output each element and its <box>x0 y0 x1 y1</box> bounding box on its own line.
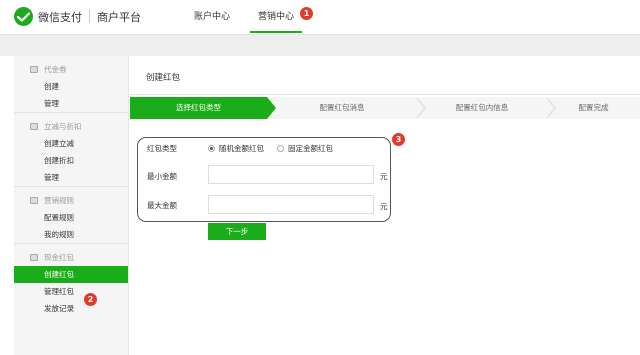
radio-label: 随机金额红包 <box>219 144 264 153</box>
sidebar-item-send-records[interactable]: 发放记录 <box>14 300 128 317</box>
nav-label: 账户中心 <box>194 12 231 22</box>
sidebar: 代金券 创建 管理 立减与折扣 创建立减 创建折扣 管理 营销规则 配置规则 我… <box>14 56 129 355</box>
step-select-type: 选择红包类型 <box>130 97 276 119</box>
top-header: 微信支付 商户平台 账户中心 营销中心 1 <box>0 0 640 34</box>
sidebar-group-red-packets: 现金红包 创建红包 管理红包 发放记录 <box>14 244 128 317</box>
sidebar-group-title: 立减与折扣 <box>14 118 128 135</box>
type-label: 红包类型 <box>147 144 177 153</box>
rules-icon <box>30 197 38 204</box>
radio-random-amount[interactable]: 随机金额红包 <box>208 143 264 154</box>
annotation-badge-2: 2 <box>84 293 97 306</box>
step-configure-content: 配置红包内信息 <box>455 103 509 112</box>
sidebar-item-manage-discount[interactable]: 管理 <box>14 169 128 186</box>
brand-divider <box>89 10 90 23</box>
sidebar-item-create-reduction[interactable]: 创建立减 <box>14 135 128 152</box>
max-amount-unit: 元 <box>380 202 388 211</box>
step-configure-message: 配置红包消息 <box>319 103 365 112</box>
max-amount-input[interactable] <box>208 195 374 214</box>
nav-account-center[interactable]: 账户中心 <box>180 0 244 34</box>
sidebar-group-rules: 营销规则 配置规则 我的规则 <box>14 187 128 244</box>
sidebar-group-title: 代金券 <box>14 61 128 78</box>
page-title: 创建红包 <box>146 73 181 83</box>
type-radio-group: 随机金额红包 固定金额红包 <box>208 143 346 154</box>
sidebar-item-my-rules[interactable]: 我的规则 <box>14 226 128 243</box>
step-separator <box>546 97 556 119</box>
radio-unchecked-icon[interactable] <box>277 145 284 152</box>
discount-icon <box>30 123 38 130</box>
sidebar-item-create-red-packet[interactable]: 创建红包 <box>14 266 128 283</box>
min-amount-label: 最小金额 <box>147 172 177 181</box>
sidebar-item-create-discount[interactable]: 创建折扣 <box>14 152 128 169</box>
coupon-icon <box>30 66 38 73</box>
wechat-pay-icon <box>14 7 33 26</box>
sidebar-item-manage[interactable]: 管理 <box>14 95 128 112</box>
next-step-button[interactable]: 下一步 <box>208 223 266 240</box>
min-amount-input[interactable] <box>208 165 374 184</box>
header-band <box>0 34 640 56</box>
brand-name: 微信支付 <box>38 10 82 24</box>
title-divider <box>130 94 640 95</box>
annotation-badge-1: 1 <box>300 7 313 20</box>
max-amount-label: 最大金额 <box>147 201 177 210</box>
sidebar-group-discounts: 立减与折扣 创建立减 创建折扣 管理 <box>14 113 128 187</box>
step-separator <box>416 97 426 119</box>
radio-checked-icon[interactable] <box>208 145 215 152</box>
sidebar-group-title: 营销规则 <box>14 192 128 209</box>
sidebar-item-manage-red-packets[interactable]: 管理红包 <box>14 283 128 300</box>
nav-marketing-center[interactable]: 营销中心 <box>244 0 308 34</box>
sidebar-item-configure-rules[interactable]: 配置规则 <box>14 209 128 226</box>
min-amount-unit: 元 <box>380 172 388 181</box>
brand-subtitle: 商户平台 <box>97 10 141 24</box>
top-nav: 账户中心 营销中心 <box>180 0 308 34</box>
nav-label: 营销中心 <box>258 12 295 22</box>
brand-logo[interactable]: 微信支付 商户平台 <box>14 7 141 26</box>
radio-fixed-amount[interactable]: 固定金额红包 <box>277 143 333 154</box>
annotation-badge-3: 3 <box>392 133 405 146</box>
red-packet-icon <box>30 254 38 261</box>
radio-label: 固定金额红包 <box>288 144 333 153</box>
main-content: 创建红包 选择红包类型 配置红包消息 配置红包内信息 配置完成 3 红包类型 随… <box>130 56 640 355</box>
step-complete: 配置完成 <box>578 103 609 112</box>
sidebar-group-coupons: 代金券 创建 管理 <box>14 56 128 113</box>
sidebar-group-title: 现金红包 <box>14 249 128 266</box>
sidebar-item-create[interactable]: 创建 <box>14 78 128 95</box>
step-bar: 选择红包类型 配置红包消息 配置红包内信息 配置完成 <box>130 97 640 119</box>
